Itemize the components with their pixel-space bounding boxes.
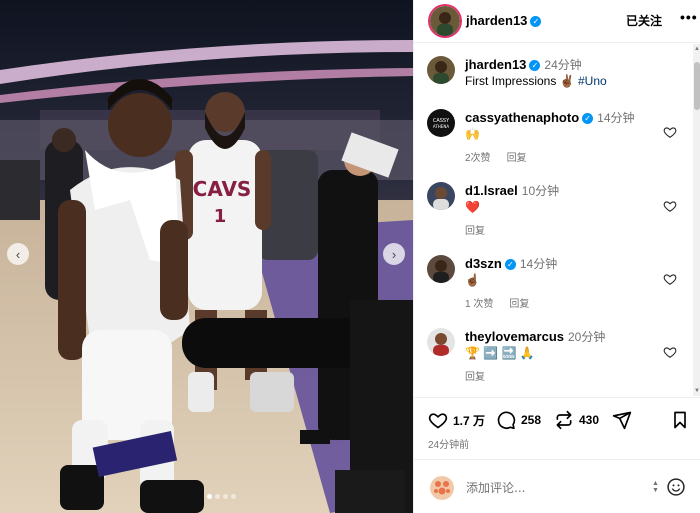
like-button[interactable]: 1.7 万 — [428, 410, 485, 430]
like-comment-heart-icon[interactable] — [663, 272, 677, 286]
reply-button[interactable]: 回复 — [465, 372, 485, 383]
reply-button[interactable]: 回复 — [465, 226, 485, 237]
author-avatar[interactable] — [430, 6, 460, 36]
scroll-down-arrow-icon[interactable]: ▼ — [693, 388, 700, 394]
current-user-avatar — [429, 475, 455, 501]
comments-scrollbar[interactable]: ▲ ▼ — [693, 44, 700, 396]
verified-badge-icon: ✓ — [529, 60, 541, 72]
scrollbar-thumb[interactable] — [694, 62, 700, 110]
comment-composer: ▲▼ — [414, 459, 700, 513]
comment-username[interactable]: d1.lsrael — [465, 183, 518, 198]
heart-icon — [428, 413, 448, 429]
share-button[interactable] — [612, 410, 632, 430]
likes-count: 1.7 万 — [453, 413, 486, 428]
photo-illustration: CAVS 1 — [0, 0, 413, 513]
comment-username[interactable]: theylovemarcus — [465, 329, 564, 344]
commenter-avatar[interactable] — [427, 255, 455, 283]
comment-item: theylovemarcus 20分钟 🏆 ➡️ 🔜 🙏 回复 — [414, 328, 694, 388]
like-comment-heart-icon[interactable] — [663, 199, 677, 213]
jersey-team-text: CAVS — [193, 177, 252, 201]
comment-time: 20分钟 — [568, 330, 606, 344]
next-image-button[interactable]: › — [383, 243, 405, 265]
paper-plane-icon — [612, 411, 632, 430]
comment-text: 🏆 ➡️ 🔜 🙏 — [465, 346, 535, 360]
caption-time: 24分钟 — [544, 58, 582, 72]
author-username[interactable]: jharden13 ✓ — [466, 13, 542, 28]
following-button[interactable]: 已关注 — [626, 12, 662, 29]
verified-badge-icon: ✓ — [530, 16, 542, 28]
post-side-panel: jharden13 ✓ 已关注 ••• jharden13 ✓ 24分钟 First … — [413, 0, 700, 513]
comment-item: d3szn ✓ 14分钟 ☝🏾 1 次赞 回复 — [414, 255, 694, 315]
comment-button[interactable]: 258 — [496, 410, 541, 430]
carousel-dot — [223, 494, 228, 499]
comment-item: CASSY ATHENA cassyathenaphoto ✓ 14分钟 🙌 2次赞 回… — [414, 109, 694, 169]
reply-button[interactable]: 回复 — [507, 153, 527, 164]
caption-text: First Impressions ✌🏾 #Uno — [465, 74, 607, 88]
comment-bubble-icon — [497, 411, 516, 430]
repost-icon — [556, 410, 572, 430]
like-comment-heart-icon[interactable] — [663, 125, 677, 139]
comment-meta: 回复 — [465, 368, 501, 383]
commenter-avatar[interactable]: CASSY ATHENA — [427, 109, 455, 137]
comment-item: d1.lsrael 10分钟 ❤️ 回复 — [414, 182, 694, 242]
bookmark-icon — [674, 411, 686, 429]
verified-badge-icon: ✓ — [582, 113, 594, 125]
comment-meta: 回复 — [465, 222, 501, 237]
post-timestamp: 24分钟前 — [428, 440, 470, 451]
comment-header: d1.lsrael 10分钟 — [465, 182, 559, 199]
caption-header: jharden13 ✓ 24分钟 — [465, 56, 582, 73]
commenter-avatar[interactable] — [427, 182, 455, 210]
post-photo: CAVS 1 ‹ › — [0, 0, 413, 513]
comment-likes-count[interactable]: 1 次赞 — [465, 299, 493, 310]
comment-text: ❤️ — [465, 200, 480, 214]
carousel-dot — [207, 494, 212, 499]
jersey-number-text: 1 — [214, 206, 227, 227]
caption-emoji: ✌🏾 — [559, 74, 575, 88]
comment-meta: 2次赞 回复 — [465, 149, 543, 164]
reposts-count: 430 — [579, 413, 600, 427]
post-actions-bar: 1.7 万 258 430 24分钟前 — [414, 397, 700, 457]
repost-button[interactable]: 430 — [554, 410, 599, 430]
comment-username[interactable]: d3szn — [465, 256, 502, 271]
author-username-text: jharden13 — [466, 13, 528, 28]
commenter-avatar[interactable] — [427, 328, 455, 356]
verified-badge-icon: ✓ — [504, 259, 516, 271]
post-caption: jharden13 ✓ 24分钟 First Impressions ✌🏾 #Uno — [414, 56, 694, 96]
author-avatar-small[interactable] — [427, 56, 455, 84]
comment-header: cassyathenaphoto ✓ 14分钟 — [465, 109, 635, 126]
comment-header: d3szn ✓ 14分钟 — [465, 255, 557, 272]
caption-body: First Impressions — [465, 74, 560, 88]
comments-list: jharden13 ✓ 24分钟 First Impressions ✌🏾 #Uno… — [414, 44, 694, 396]
comment-text: ☝🏾 — [465, 273, 480, 287]
reply-button[interactable]: 回复 — [509, 299, 529, 310]
comment-text: 🙌 — [465, 127, 480, 141]
scroll-up-arrow-icon[interactable]: ▲ — [693, 46, 700, 52]
comment-time: 14分钟 — [519, 257, 558, 271]
like-comment-heart-icon[interactable] — [663, 345, 677, 359]
carousel-dots — [207, 494, 236, 499]
input-spinner-icon[interactable]: ▲ ▼ — [652, 480, 659, 494]
comment-header: theylovemarcus 20分钟 — [465, 328, 605, 345]
comments-count: 258 — [521, 413, 542, 427]
more-options-icon[interactable]: ••• — [680, 9, 698, 25]
caption-hashtag-link[interactable]: #Uno — [578, 74, 607, 88]
previous-image-button[interactable]: ‹ — [7, 243, 29, 265]
comment-meta: 1 次赞 回复 — [465, 295, 545, 310]
comment-likes-count[interactable]: 2次赞 — [465, 153, 491, 164]
add-comment-input[interactable] — [466, 478, 651, 498]
comment-time: 14分钟 — [597, 111, 635, 125]
carousel-dot — [231, 494, 236, 499]
post-header: jharden13 ✓ 已关注 ••• — [414, 0, 700, 43]
caption-username[interactable]: jharden13 — [465, 57, 526, 72]
comment-time: 10分钟 — [521, 184, 560, 198]
save-button[interactable] — [670, 410, 690, 430]
carousel-dot — [215, 494, 220, 499]
svg-text:ATHENA: ATHENA — [433, 124, 449, 129]
emoji-icon[interactable] — [666, 477, 686, 497]
comment-username[interactable]: cassyathenaphoto — [465, 110, 579, 125]
